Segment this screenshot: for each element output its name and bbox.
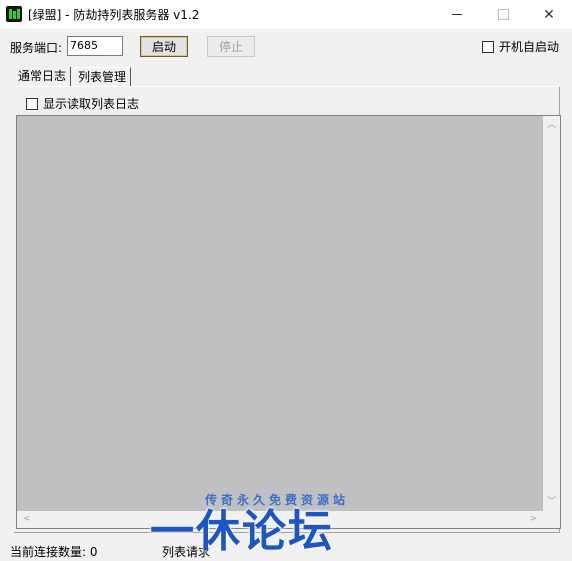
- log-textarea[interactable]: ︿ ﹀ < >: [16, 115, 561, 529]
- port-input[interactable]: 7685: [67, 36, 123, 56]
- show-read-log-checkbox[interactable]: [26, 97, 38, 110]
- connection-count-status: 当前连接数量: 0: [10, 545, 98, 559]
- vertical-scrollbar[interactable]: ︿ ﹀: [543, 116, 560, 511]
- scroll-left-icon[interactable]: <: [23, 514, 31, 524]
- title-bar[interactable]: [绿盟] - 防劫持列表服务器 v1.2 ✕: [0, 0, 572, 29]
- minimize-icon: [452, 14, 462, 15]
- scroll-corner: [543, 511, 560, 528]
- show-read-log-label: 显示读取列表日志: [43, 97, 140, 111]
- minimize-button[interactable]: [434, 0, 480, 29]
- autostart-checkbox[interactable]: [482, 40, 494, 53]
- scroll-right-icon[interactable]: >: [529, 514, 537, 524]
- stop-button[interactable]: 停止: [207, 36, 255, 57]
- maximize-icon: [497, 9, 509, 20]
- maximize-button[interactable]: [480, 0, 526, 29]
- autostart-label: 开机自启动: [499, 40, 560, 54]
- tab-normal-log[interactable]: 通常日志: [14, 67, 72, 86]
- scroll-down-icon[interactable]: ﹀: [547, 497, 556, 507]
- watermark-logo: 一休论坛: [150, 506, 334, 557]
- app-window: [绿盟] - 防劫持列表服务器 v1.2 ✕ 服务端口: 7685 启动 停止 …: [0, 0, 572, 561]
- port-label: 服务端口:: [10, 41, 63, 55]
- tab-list-manage[interactable]: 列表管理: [74, 67, 132, 86]
- autostart-option[interactable]: 开机自启动: [482, 38, 559, 55]
- close-button[interactable]: ✕: [526, 0, 572, 29]
- show-read-log-option[interactable]: 显示读取列表日志: [26, 95, 139, 112]
- app-logo-icon: [6, 6, 22, 22]
- close-icon: ✕: [543, 6, 555, 23]
- window-title: [绿盟] - 防劫持列表服务器 v1.2: [28, 8, 200, 22]
- scroll-up-icon[interactable]: ︿: [547, 120, 556, 130]
- start-button[interactable]: 启动: [140, 36, 188, 57]
